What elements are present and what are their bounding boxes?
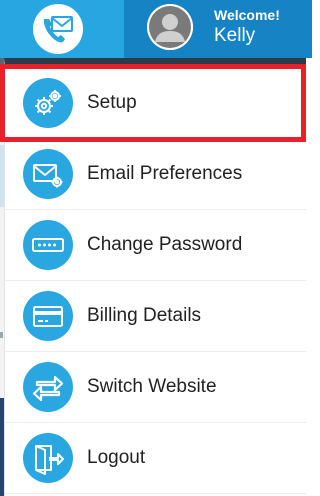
- envelope-gear-icon: [23, 149, 73, 199]
- menu-item-label: Switch Website: [87, 376, 217, 397]
- menu-item-label: Setup: [87, 92, 137, 113]
- menu-item-switch-website[interactable]: Switch Website: [5, 352, 306, 423]
- menu-item-email-preferences[interactable]: Email Preferences: [5, 139, 306, 210]
- menu-item-setup[interactable]: Setup: [5, 68, 306, 139]
- top-header: Welcome! Kelly: [0, 0, 312, 58]
- contact-button[interactable]: [33, 4, 83, 54]
- user-name: Kelly: [214, 25, 256, 46]
- user-area[interactable]: Welcome! Kelly: [124, 0, 312, 58]
- gears-icon: [23, 78, 73, 128]
- menu-item-logout[interactable]: Logout: [5, 423, 306, 494]
- contact-area: [0, 0, 124, 58]
- background-page-strip: [0, 332, 3, 338]
- menu-item-label: Change Password: [87, 234, 243, 255]
- menu-item-label: Billing Details: [87, 305, 202, 326]
- door-exit-icon: [23, 433, 73, 483]
- swap-arrows-icon: [23, 362, 73, 412]
- password-field-icon: [23, 220, 73, 270]
- user-silhouette-icon: [147, 4, 193, 50]
- menu-item-label: Logout: [87, 447, 146, 468]
- menu-item-billing-details[interactable]: Billing Details: [5, 281, 306, 352]
- account-dropdown-menu: Setup Email Preferences Change Password …: [4, 58, 306, 496]
- welcome-label: Welcome!: [214, 7, 280, 23]
- avatar[interactable]: [147, 4, 193, 50]
- phone-envelope-icon: [43, 16, 73, 43]
- menu-item-label: Email Preferences: [87, 163, 243, 184]
- credit-card-icon: [23, 291, 73, 341]
- menu-item-change-password[interactable]: Change Password: [5, 210, 306, 281]
